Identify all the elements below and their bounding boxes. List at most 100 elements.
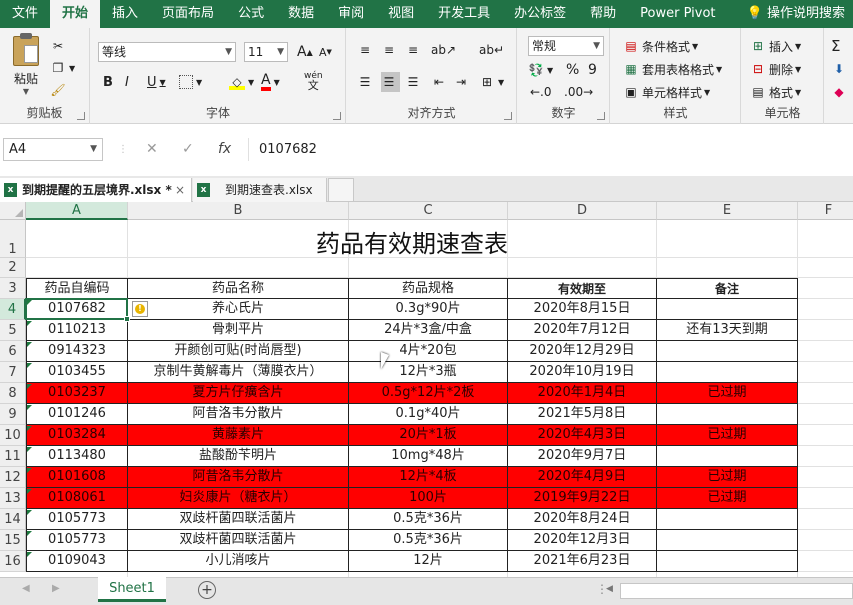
enter-icon[interactable]: ✓	[182, 138, 194, 161]
ribbon-tab-8[interactable]: 开发工具	[426, 0, 502, 28]
table-cell[interactable]: 2020年12月3日	[508, 530, 657, 551]
merge-center-button[interactable]: ⊞ ▼	[479, 72, 504, 92]
table-cell[interactable]: 双歧杆菌四联活菌片	[128, 509, 349, 530]
table-cell[interactable]: 0.5克*36片	[349, 530, 508, 551]
table-cell[interactable]: 0.1g*40片	[349, 404, 508, 425]
horizontal-scrollbar[interactable]	[620, 583, 853, 599]
add-sheet-icon[interactable]: +	[198, 581, 216, 599]
table-cell[interactable]: 阿昔洛韦分散片	[128, 467, 349, 488]
underline-button[interactable]: U ▼	[147, 72, 166, 92]
cut-button[interactable]: ✂	[50, 36, 69, 56]
scroll-left-icon[interactable]: ◀	[22, 583, 30, 594]
number-format-select[interactable]: 常规 ▼	[528, 36, 604, 56]
table-cell[interactable]: 12片	[349, 551, 508, 572]
ribbon-tab-2[interactable]: 插入	[100, 0, 150, 28]
header-cell[interactable]: 备注	[657, 278, 798, 299]
table-cell[interactable]: 0109043	[26, 551, 128, 572]
table-cell[interactable]: 2020年9月7日	[508, 446, 657, 467]
table-cell[interactable]: 2020年8月24日	[508, 509, 657, 530]
row-header-16[interactable]: 16	[0, 551, 26, 572]
close-icon[interactable]: ×	[175, 178, 185, 202]
align-right-button[interactable]: ☰	[405, 72, 424, 92]
row-header-13[interactable]: 13	[0, 488, 26, 509]
table-cell[interactable]	[657, 551, 798, 572]
align-bottom-button[interactable]: ≡	[405, 40, 424, 60]
table-cell[interactable]: 2020年4月3日	[508, 425, 657, 446]
table-cell[interactable]: 0101608	[26, 467, 128, 488]
table-cell[interactable]: 12片*4板	[349, 467, 508, 488]
table-cell[interactable]: 2021年6月23日	[508, 551, 657, 572]
table-cell[interactable]: 夏方片仔癀含片	[128, 383, 349, 404]
font-color-button[interactable]: A ▼	[261, 72, 280, 92]
table-cell[interactable]: 2020年8月15日	[508, 299, 657, 320]
table-cell[interactable]	[657, 362, 798, 383]
phonetic-button[interactable]: wén 文	[304, 72, 323, 92]
column-header-a[interactable]: A	[26, 202, 128, 220]
insert-cells-button[interactable]: ⊞ 插入 ▼	[750, 36, 801, 56]
table-cell[interactable]: 100片	[349, 488, 508, 509]
table-cell[interactable]: 2020年12月29日	[508, 341, 657, 362]
table-cell[interactable]: 0103284	[26, 425, 128, 446]
borders-button[interactable]: ▼	[179, 72, 202, 92]
table-cell[interactable]: 盐酸酚苄明片	[128, 446, 349, 467]
fill-handle[interactable]	[124, 316, 130, 322]
clear-button[interactable]: ◆	[831, 82, 850, 102]
table-cell[interactable]: 4片*20包	[349, 341, 508, 362]
table-cell[interactable]: 0105773	[26, 530, 128, 551]
ribbon-tab-3[interactable]: 页面布局	[150, 0, 226, 28]
column-header-b[interactable]: B	[128, 202, 349, 220]
format-as-table-button[interactable]: ▦ 套用表格格式 ▼	[623, 59, 722, 79]
table-cell[interactable]: 妇炎康片（糖衣片）	[128, 488, 349, 509]
table-cell[interactable]: 10mg*48片	[349, 446, 508, 467]
ribbon-tab-1[interactable]: 开始	[50, 0, 101, 28]
cell-styles-button[interactable]: ▣ 单元格样式 ▼	[623, 82, 710, 102]
delete-cells-button[interactable]: ⊟ 删除 ▼	[750, 59, 801, 79]
table-cell[interactable]: 开颜创可贴(时尚唇型)	[128, 341, 349, 362]
row-header-9[interactable]: 9	[0, 404, 26, 425]
row-header-10[interactable]: 10	[0, 425, 26, 446]
table-cell[interactable]: 0914323	[26, 341, 128, 362]
new-workbook-tab[interactable]	[328, 178, 354, 202]
row-header-5[interactable]: 5	[0, 320, 26, 341]
column-header-e[interactable]: E	[657, 202, 798, 220]
table-cell[interactable]: 2019年9月22日	[508, 488, 657, 509]
column-header-d[interactable]: D	[508, 202, 657, 220]
table-cell[interactable]: 养心氏片	[128, 299, 349, 320]
font-grow-button[interactable]: A ▲	[297, 42, 313, 62]
row-header-15[interactable]: 15	[0, 530, 26, 551]
table-cell[interactable]: 双歧杆菌四联活菌片	[128, 530, 349, 551]
italic-button[interactable]: I	[125, 72, 129, 92]
formula-input[interactable]: 0107682	[248, 138, 853, 161]
fill-button[interactable]: ⬇	[831, 59, 850, 79]
paste-button[interactable]: 粘贴 ▼	[8, 33, 44, 96]
align-top-button[interactable]: ≡	[357, 40, 376, 60]
table-cell[interactable]: 2020年10月19日	[508, 362, 657, 383]
select-all-corner[interactable]	[0, 202, 26, 220]
header-cell[interactable]: 药品名称	[128, 278, 349, 299]
row-header-12[interactable]: 12	[0, 467, 26, 488]
align-left-button[interactable]: ☰	[357, 72, 376, 92]
font-size-select[interactable]: 11 ▼	[244, 42, 288, 62]
table-cell[interactable]: 12片*3瓶	[349, 362, 508, 383]
column-header-c[interactable]: C	[349, 202, 508, 220]
name-box[interactable]: A4 ▼	[3, 138, 103, 161]
table-cell[interactable]: 0.5克*36片	[349, 509, 508, 530]
table-cell[interactable]: 已过期	[657, 425, 798, 446]
table-cell[interactable]: 0.3g*90片	[349, 299, 508, 320]
row-header-2[interactable]: 2	[0, 258, 26, 278]
cancel-icon[interactable]: ✕	[146, 138, 158, 161]
table-cell[interactable]	[657, 341, 798, 362]
table-cell[interactable]: 已过期	[657, 383, 798, 404]
copy-button[interactable]: ❐ ▼	[50, 58, 76, 78]
table-cell[interactable]	[657, 530, 798, 551]
sheet-tab-sheet1[interactable]: Sheet1	[98, 577, 166, 602]
autosum-button[interactable]: Σ	[831, 36, 840, 56]
table-cell[interactable]: 0105773	[26, 509, 128, 530]
decrease-indent-button[interactable]: ⇤	[431, 72, 450, 92]
wrap-text-button[interactable]: ab↵	[479, 40, 504, 60]
workbook-tab-2[interactable]: x 到期速查表.xlsx	[193, 178, 327, 202]
clipboard-dialog-launcher[interactable]	[77, 112, 85, 120]
row-header-8[interactable]: 8	[0, 383, 26, 404]
ribbon-tab-0[interactable]: 文件	[0, 0, 50, 28]
align-middle-button[interactable]: ≡	[381, 40, 400, 60]
